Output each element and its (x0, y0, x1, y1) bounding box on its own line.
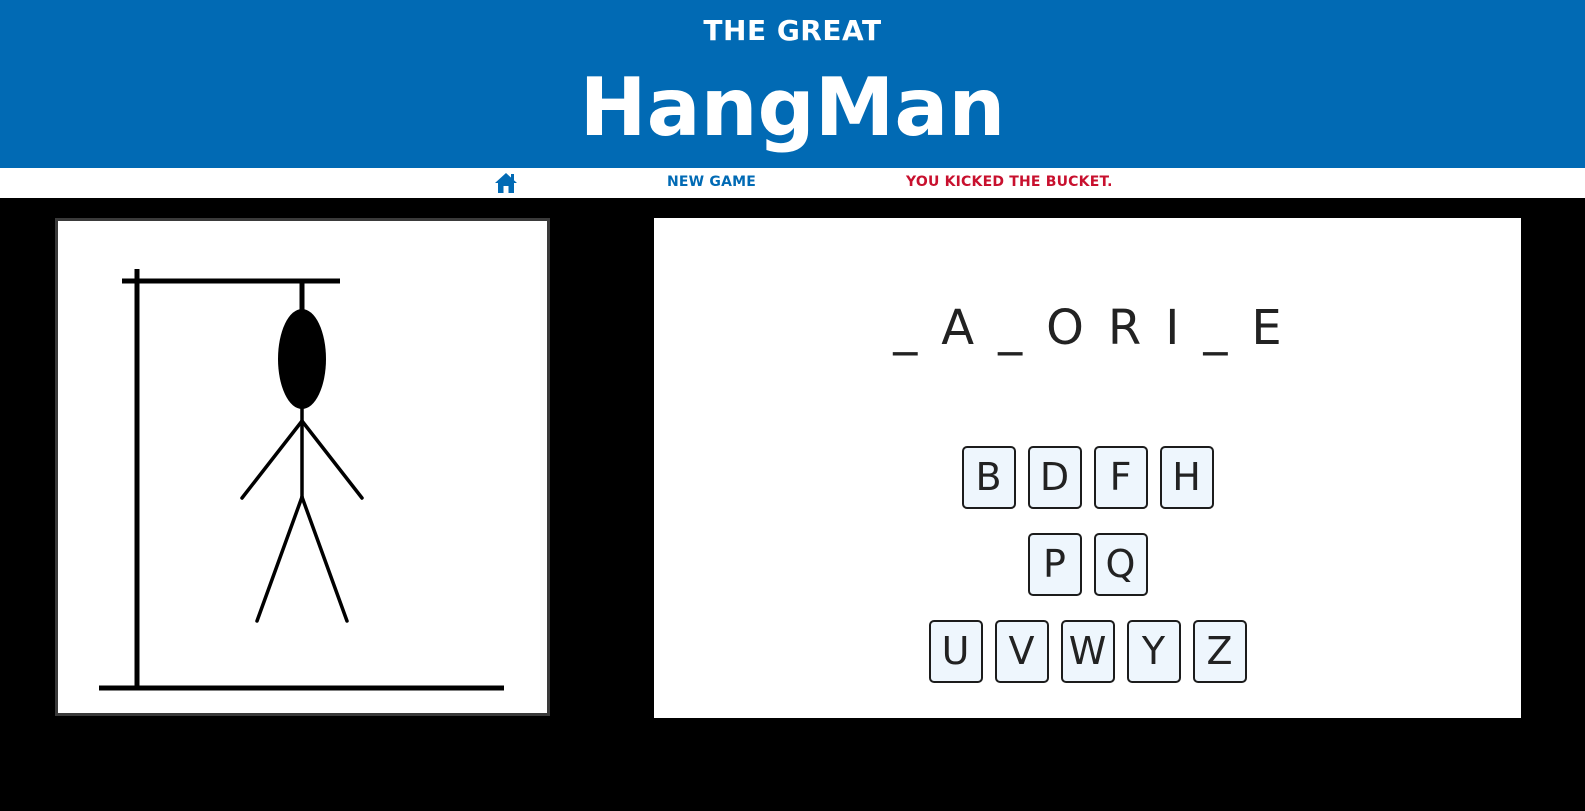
hangman-right-leg (300, 495, 349, 623)
hangman-left-leg (255, 495, 304, 623)
letter-key-u[interactable]: U (928, 620, 983, 683)
new-game-link[interactable]: NEW GAME (667, 174, 756, 190)
letter-key-w[interactable]: W (1060, 620, 1115, 683)
letter-key-z[interactable]: Z (1192, 620, 1247, 683)
keyboard-row: PQ (654, 533, 1521, 596)
word-letter-slot: _ (998, 300, 1023, 356)
word-letter-slot: E (1251, 300, 1282, 356)
letter-key-h[interactable]: H (1159, 446, 1214, 509)
word-letter-slot: _ (893, 300, 918, 356)
gallows-drawing (55, 218, 550, 716)
hangman-right-arm (300, 419, 364, 500)
letter-key-p[interactable]: P (1027, 533, 1082, 596)
word-letter-slot: I (1165, 300, 1180, 356)
game-status-text: YOU KICKED THE BUCKET. (906, 174, 1113, 190)
keyboard-row: BDFH (654, 446, 1521, 509)
word-display: _ A _ O R I _ E (654, 300, 1521, 356)
letter-key-d[interactable]: D (1027, 446, 1082, 509)
header-banner: THE GREAT HangMan (0, 0, 1585, 168)
keyboard-row: UVWYZ (654, 620, 1521, 683)
letter-key-b[interactable]: B (961, 446, 1016, 509)
page-title: HangMan (579, 61, 1006, 154)
word-letter-slot: O (1046, 300, 1084, 356)
navbar: NEW GAME YOU KICKED THE BUCKET. (0, 168, 1585, 198)
home-icon[interactable] (494, 172, 518, 194)
game-panel: _ A _ O R I _ E BDFH PQ UVWYZ (654, 218, 1521, 718)
letter-key-v[interactable]: V (994, 620, 1049, 683)
subtitle: THE GREAT (703, 14, 882, 47)
word-letter-slot: _ (1203, 300, 1228, 356)
letter-key-f[interactable]: F (1093, 446, 1148, 509)
hangman-head (278, 309, 326, 409)
letter-key-y[interactable]: Y (1126, 620, 1181, 683)
word-letter-slot: R (1107, 300, 1142, 356)
word-letter-slot: A (941, 300, 975, 356)
letter-key-q[interactable]: Q (1093, 533, 1148, 596)
hangman-left-arm (240, 419, 304, 500)
